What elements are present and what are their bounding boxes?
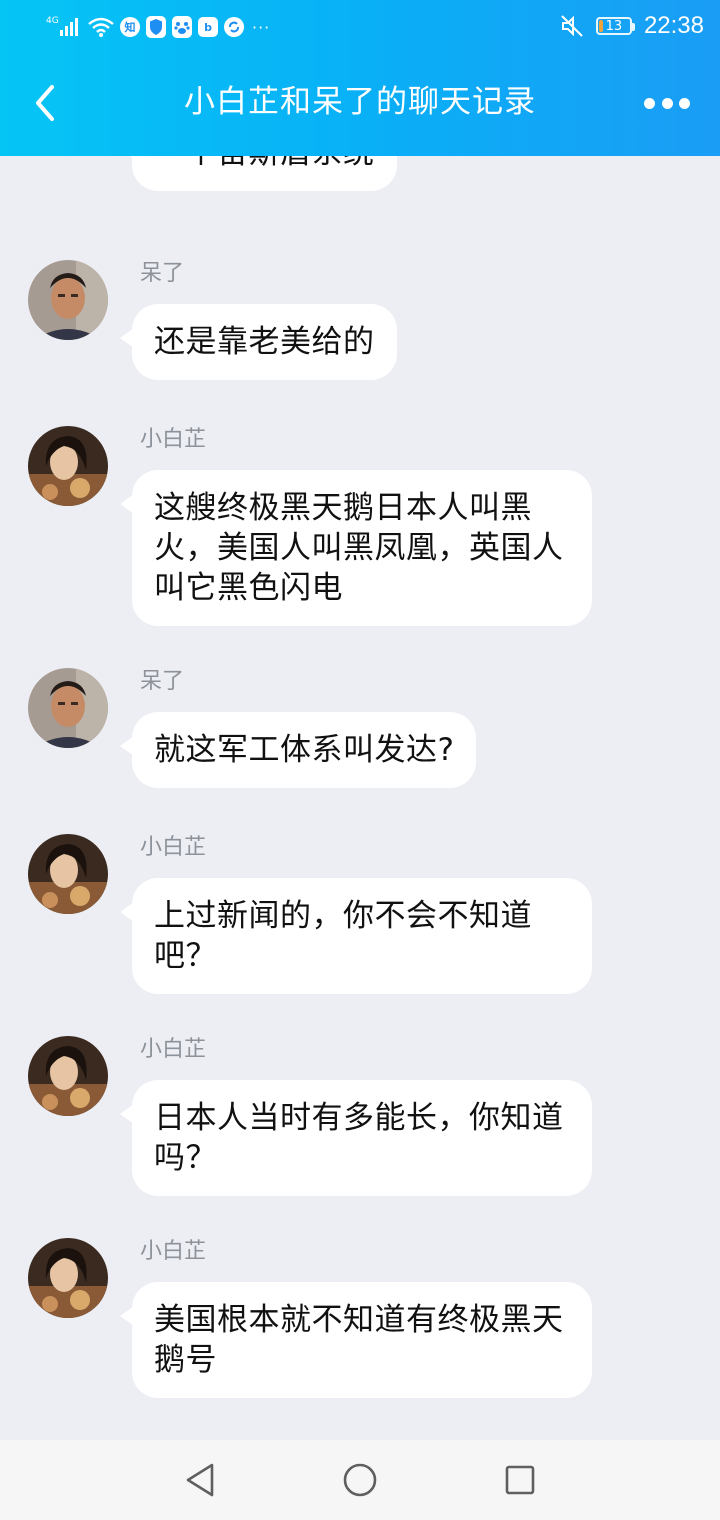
back-triangle-icon (186, 1463, 214, 1497)
avatar[interactable] (28, 1238, 108, 1318)
more-dots-icon (661, 97, 673, 109)
sync-icon (224, 17, 244, 37)
sender-name: 小白芷 (140, 427, 207, 452)
avatar[interactable] (28, 426, 108, 506)
sender-name: 呆了 (140, 261, 185, 286)
status-bar-right: 13 22:38 (560, 12, 704, 40)
title-bar: 小白芷和呆了的聊天记录 (0, 56, 720, 156)
message-bubble[interactable]: 还是靠老美给的 (120, 304, 397, 380)
bilibili-icon: b (198, 17, 218, 37)
avatar[interactable] (28, 260, 108, 340)
sender-name: 小白芷 (140, 835, 207, 860)
message-bubble[interactable]: 上过新闻的，你不会不知道吧？ (120, 878, 592, 994)
more-options-button[interactable] (644, 90, 690, 116)
battery-level: 13 (605, 18, 623, 34)
baidu-icon (172, 16, 192, 38)
chat-history-list[interactable]: 一个宙斯盾系统 呆了 还是靠老美给的 (0, 156, 720, 1440)
zhihu-icon: 知 (120, 17, 140, 37)
nav-back-button[interactable] (180, 1460, 220, 1500)
clock: 22:38 (643, 12, 704, 39)
shield-icon (146, 16, 166, 38)
mute-icon (560, 14, 584, 38)
recents-square-icon (505, 1465, 535, 1495)
avatar[interactable] (28, 1036, 108, 1116)
sender-name: 小白芷 (140, 1037, 207, 1062)
nav-home-button[interactable] (340, 1460, 380, 1500)
message-bubble[interactable]: 就这军工体系叫发达? (119, 712, 477, 788)
more-notifications-indicator: ··· (252, 17, 271, 37)
app-header: 4G 知 b ··· 13 22:38 小白芷和呆了的聊天记录 (0, 0, 720, 156)
avatar[interactable] (28, 834, 108, 914)
more-dots-icon (679, 97, 690, 109)
status-bar: 4G 知 b ··· 13 22:38 (0, 0, 720, 56)
signal-icon: 4G (46, 14, 82, 40)
message-bubble[interactable]: 这艘终极黑天鹅日本人叫黑火，美国人叫黑凤凰，英国人叫它黑色闪电 (120, 470, 592, 626)
sender-name: 呆了 (140, 669, 185, 694)
battery-level-fill (598, 20, 603, 32)
battery-icon: 13 (595, 17, 635, 35)
nav-recents-button[interactable] (500, 1460, 540, 1500)
more-dots-icon (644, 97, 655, 109)
status-bar-left: 4G 知 b ··· (46, 14, 270, 40)
message-bubble[interactable]: 日本人当时有多能长，你知道吗？ (120, 1080, 592, 1196)
avatar[interactable] (28, 668, 108, 748)
svg-text:4G: 4G (46, 16, 59, 26)
wifi-icon (88, 16, 114, 38)
sender-name: 小白芷 (140, 1239, 207, 1264)
message-bubble[interactable]: 一个宙斯盾系统 (120, 156, 397, 191)
page-title: 小白芷和呆了的聊天记录 (184, 84, 536, 120)
message-bubble[interactable]: 美国根本就不知道有终极黑天鹅号 (120, 1282, 592, 1398)
system-nav-bar (0, 1440, 720, 1520)
home-circle-icon (343, 1463, 377, 1497)
